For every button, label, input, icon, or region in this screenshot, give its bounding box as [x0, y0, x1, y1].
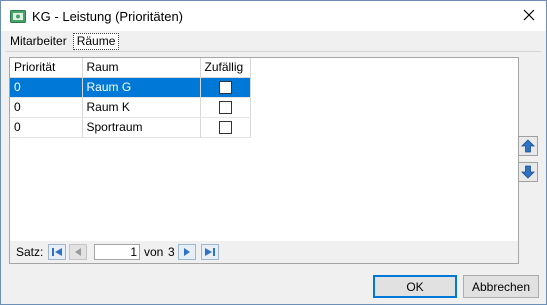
dialog-window: KG - Leistung (Prioritäten) Mitarbeiter …: [0, 0, 547, 305]
cell-raum[interactable]: Raum G: [82, 77, 201, 98]
grid-header-row: Priorität Raum Zufällig: [10, 58, 251, 78]
column-header-raum[interactable]: Raum: [82, 58, 201, 78]
cell-raum[interactable]: Raum K: [82, 97, 201, 118]
cell-raum[interactable]: Sportraum: [82, 117, 201, 138]
tab-panel: Priorität Raum Zufällig 0 Raum G 0 Raum K0S…: [6, 51, 541, 267]
close-button[interactable]: [520, 6, 538, 24]
table-row[interactable]: 0 Raum G: [10, 77, 251, 98]
next-record-button[interactable]: [178, 244, 196, 260]
navigator-of-label: von: [144, 245, 164, 259]
last-record-icon: [205, 248, 215, 256]
navigator-label: Satz:: [16, 245, 44, 259]
tab-mitarbeiter[interactable]: Mitarbeiter: [6, 33, 71, 50]
arrow-up-icon: [521, 139, 535, 153]
window-title: KG - Leistung (Prioritäten): [32, 9, 184, 24]
table-row[interactable]: 0 Sportraum: [10, 117, 251, 138]
cell-prioritaet[interactable]: 0: [10, 97, 83, 118]
tab-strip: Mitarbeiter Räume: [6, 32, 121, 50]
title-bar: KG - Leistung (Prioritäten): [1, 1, 546, 31]
close-icon: [523, 9, 535, 21]
column-header-zufaellig[interactable]: Zufällig: [200, 58, 251, 78]
table-row[interactable]: 0 Raum K: [10, 97, 251, 118]
zufaellig-checkbox[interactable]: [218, 101, 232, 115]
navigator-total: 3: [168, 245, 175, 259]
first-record-button[interactable]: [48, 244, 66, 260]
cancel-button[interactable]: Abbrechen: [463, 275, 539, 298]
zufaellig-checkbox[interactable]: [218, 121, 232, 135]
grid-table: Priorität Raum Zufällig 0 Raum G 0 Raum K0S…: [10, 58, 251, 138]
ok-button[interactable]: OK: [373, 275, 457, 298]
previous-record-icon: [75, 248, 81, 256]
cell-zufaellig[interactable]: [200, 117, 251, 138]
cell-zufaellig[interactable]: [200, 97, 251, 118]
next-record-icon: [184, 248, 190, 256]
move-down-button[interactable]: [518, 162, 538, 182]
tab-raeume[interactable]: Räume: [72, 33, 120, 50]
last-record-button[interactable]: [201, 244, 219, 260]
cell-prioritaet[interactable]: 0: [10, 77, 83, 98]
record-number-input[interactable]: [94, 244, 140, 260]
previous-record-button[interactable]: [69, 244, 87, 260]
record-navigator: Satz: von 3: [10, 241, 518, 263]
arrow-down-icon: [521, 165, 535, 179]
zufaellig-checkbox[interactable]: [218, 81, 232, 95]
first-record-icon: [52, 248, 62, 256]
column-header-prioritaet[interactable]: Priorität: [10, 58, 83, 78]
app-icon: [10, 10, 26, 23]
cell-zufaellig[interactable]: [200, 77, 251, 98]
cell-prioritaet[interactable]: 0: [10, 117, 83, 138]
priority-grid: Priorität Raum Zufällig 0 Raum G 0 Raum K0S…: [9, 57, 519, 264]
move-up-button[interactable]: [518, 136, 538, 156]
